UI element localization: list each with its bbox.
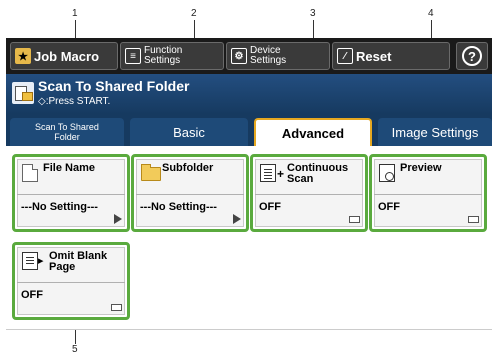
arrow-right-icon (114, 214, 122, 224)
device-gear-icon: ⚙ (231, 48, 247, 64)
tab-bar: Scan To Shared Folder Basic Advanced Ima… (6, 114, 492, 146)
continuous-scan-icon (260, 164, 284, 182)
tab-scan-to-shared-folder[interactable]: Scan To Shared Folder (10, 118, 124, 146)
subfolder-card[interactable]: Subfolder ---No Setting--- (131, 154, 249, 232)
preview-card[interactable]: Preview OFF (369, 154, 487, 232)
reset-label: Reset (356, 48, 392, 64)
device-settings-button[interactable]: ⚙ Device Settings (226, 42, 330, 70)
tab-advanced[interactable]: Advanced (254, 118, 372, 146)
toggle-box-icon (468, 216, 479, 223)
preview-value: OFF (378, 201, 400, 213)
callout-4: 4 (428, 8, 434, 19)
omit-blank-page-icon (22, 252, 44, 270)
continuous-scan-card[interactable]: Continuous Scan OFF (250, 154, 368, 232)
callout-5: 5 (72, 344, 78, 355)
tab-image-settings[interactable]: Image Settings (378, 118, 492, 146)
job-macro-button[interactable]: ★ Job Macro (10, 42, 118, 70)
folder-icon (141, 164, 161, 181)
help-icon: ? (462, 46, 482, 66)
file-name-card[interactable]: File Name ---No Setting--- (12, 154, 130, 232)
top-toolbar: ★ Job Macro ≡ Function Settings ⚙ Device… (6, 38, 492, 74)
omit-blank-page-card[interactable]: Omit Blank Page OFF (12, 242, 130, 320)
page-subtitle: ◇:Press START. (38, 96, 111, 107)
subfolder-value: ---No Setting--- (140, 201, 217, 213)
omit-blank-page-value: OFF (21, 289, 43, 301)
scan-to-folder-icon (12, 82, 34, 104)
arrow-right-icon (233, 214, 241, 224)
toggle-box-icon (349, 216, 360, 223)
advanced-settings-panel: File Name ---No Setting--- Subfolder ---… (6, 146, 492, 329)
function-settings-label: Function Settings (144, 45, 183, 66)
help-button[interactable]: ? (456, 42, 488, 70)
page-title: Scan To Shared Folder (38, 78, 190, 94)
reset-button[interactable]: ⁄ Reset (332, 42, 450, 70)
continuous-scan-label: Continuous Scan (287, 162, 349, 185)
file-name-value: ---No Setting--- (21, 201, 98, 213)
star-icon: ★ (15, 48, 31, 64)
callout-1: 1 (72, 8, 78, 19)
preview-icon (379, 164, 395, 182)
tab-basic[interactable]: Basic (130, 118, 248, 146)
continuous-scan-value: OFF (259, 201, 281, 213)
preview-label: Preview (400, 162, 442, 174)
bottom-divider (6, 329, 492, 330)
reset-icon: ⁄ (337, 48, 353, 64)
function-settings-button[interactable]: ≡ Function Settings (120, 42, 224, 70)
document-icon (22, 164, 38, 182)
title-bar: Scan To Shared Folder ◇:Press START. (6, 74, 492, 114)
toggle-box-icon (111, 304, 122, 311)
job-macro-label: Job Macro (34, 48, 100, 64)
subfolder-label: Subfolder (162, 162, 214, 174)
callout-2: 2 (191, 8, 197, 19)
device-settings-label: Device Settings (250, 45, 287, 66)
omit-blank-page-label: Omit Blank Page (49, 250, 108, 273)
callout-3: 3 (310, 8, 316, 19)
file-name-label: File Name (43, 162, 95, 174)
list-icon: ≡ (125, 48, 141, 64)
